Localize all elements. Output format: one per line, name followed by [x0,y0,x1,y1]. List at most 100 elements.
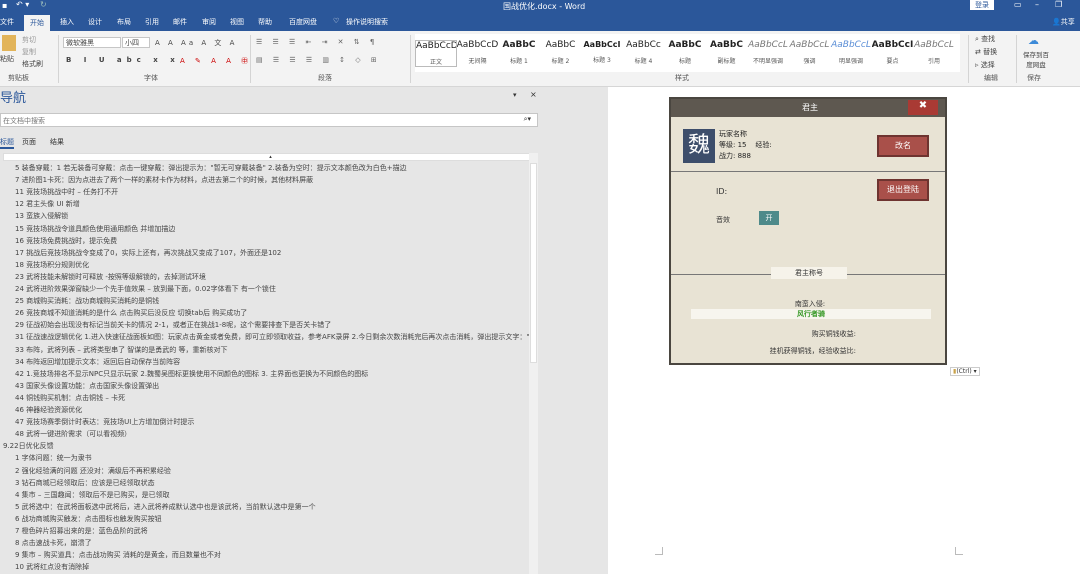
nav-list-item[interactable]: 26 竞技商城不知道消耗的是什么 点击购买后没反应 切换tab后 购买成功了 [15,307,247,319]
nav-heading[interactable]: 9.22日优化反馈 [3,440,54,452]
style-1[interactable]: AaBbCcD 无间隔 [457,40,499,65]
redo-icon[interactable]: ↻ [40,0,47,9]
nav-list-item[interactable]: 48 武将一键进阶需求（可以看视频） [15,428,131,440]
font-name-select[interactable]: 微软雅黑 [63,37,121,48]
style-sample: AaBbCcL [914,40,954,50]
save-to-baidu-button[interactable]: 保存到百度网盘 [1020,49,1052,69]
scroll-up-bar[interactable]: ▴ [3,153,538,161]
style-name: 无间隔 [468,58,487,65]
search-icon[interactable]: ⌕▾ [524,115,531,124]
replace-button[interactable]: ⇄ 替换 [975,47,997,57]
nav-list-item[interactable]: 33 布阵，武将列表 – 武将类型串了 智谋的是勇武的 等，重新核对下 [15,344,228,356]
nav-list-item[interactable]: 17 挑战后竞技场挑战令变成了0，实际上还有，再次挑战又变成了107，外面还是1… [15,247,281,259]
tab-view[interactable]: 视图 [230,17,244,27]
tab-home[interactable]: 开始 [24,15,50,31]
tab-review[interactable]: 审阅 [202,17,216,27]
nav-list-item[interactable]: 11 竞技场挑战中时 – 任务打不开 [15,186,118,198]
nav-list-item[interactable]: 1 字体问题：统一为隶书 [15,452,92,464]
scrollbar[interactable] [529,153,538,574]
nav-list-item[interactable]: 44 铜钱购买机制：点击铜钱 – 卡死 [15,392,125,404]
nav-list-item[interactable]: 7 橙色碎片招募出来的是：蓝色品阶的武将 [15,525,148,537]
maximize-icon[interactable]: ❐ [1055,0,1062,9]
nav-list-item[interactable]: 18 竞技场积分规则优化 [15,259,89,271]
ribbon-display-icon[interactable]: ▭ [1014,0,1022,9]
font-size-tools[interactable]: A A Aa A 文 A [155,38,237,48]
style-name: 要点 [886,58,899,65]
nav-list-item[interactable]: 43 国家头像设置功能：点击国家头像设置弹出 [15,380,159,392]
tab-references[interactable]: 引用 [145,17,159,27]
nav-list-item[interactable]: 15 竞技场挑战令道具颜色使用通用颜色 并增加描边 [15,223,175,235]
tab-baidu[interactable]: 百度网盘 [289,17,317,27]
nav-list-item[interactable]: 16 竞技场免费挑战时，提示免费 [15,235,117,247]
nav-list-item[interactable]: 8 点击速战卡死，崩溃了 [15,537,92,549]
nav-list-item[interactable]: 46 神器经验资源优化 [15,404,82,416]
style-6[interactable]: AaBbC 标题 [664,40,706,65]
save-icon[interactable]: ▪ [2,1,7,10]
nav-list-item[interactable]: 2 强化经验满的问题 还没对：满级后不再积累经验 [15,465,171,477]
nav-list-item[interactable]: 23 武将技能未解锁时可释放 -按照等级解锁的，去掉测试环境 [15,271,206,283]
tab-design[interactable]: 设计 [88,17,102,27]
tab-pages[interactable]: 页面 [22,137,36,147]
nav-list-item[interactable]: 10 武将红点没有消除掉 [15,561,89,573]
nav-list-item[interactable]: 5 装备穿戴：1 若无装备可穿戴：点击一键穿戴：弹出提示为："暂无可穿戴装备" … [15,162,407,174]
nav-list-item[interactable]: 24 武将进阶效果弹窗缺少一个先手值效果 – 放到最下面，0.02字体看下 有一… [15,283,276,295]
tab-file[interactable]: 文件 [0,17,14,27]
nav-list-item[interactable]: 3 钻石商城已经领取后：应该是已经领取状态 [15,477,155,489]
nav-list-item[interactable]: 25 商城购买消耗：战功商城购买消耗的是铜钱 [15,295,159,307]
nav-list-item[interactable]: 34 布阵返回增加提示文本：返回后自动保存当前阵容 [15,356,180,368]
nav-list-item[interactable]: 7 进阶图1卡死：因为点进去了两个一样的素材卡作为材料，点进去第二个的时候，其他… [15,174,313,186]
nav-list-item[interactable]: 29 征战初始会出现没有标记当前关卡的情况 2-1，或者正在挑战1-8呢，这个需… [15,319,331,331]
nav-search-input[interactable]: 在文档中搜索 ⌕▾ [0,113,538,127]
style-11[interactable]: AaBbCcI 要点 [872,40,914,65]
select-button[interactable]: ▹ 选择 [975,60,995,70]
list-buttons[interactable]: ☰ ☰ ☰ ⇤ ⇥ ✕ ⇅ ¶ [256,38,378,46]
nav-options-icon[interactable]: ▾ [513,91,517,99]
clipboard-group-label: 剪贴板 [8,74,29,82]
style-8[interactable]: AaBbCcL 不明显强调 [747,40,789,65]
nav-list-item[interactable]: 9 集市 – 购买道具：点击战功购买 消耗的是黄金，而且数量也不对 [15,549,221,561]
close-icon[interactable]: × [530,90,537,99]
find-button[interactable]: ⌕ 查找 [975,34,995,44]
minimize-icon[interactable]: – [1035,0,1039,9]
scrollbar-thumb[interactable] [530,163,537,363]
style-10[interactable]: AaBbCcL 明显强调 [830,40,872,65]
tab-mailings[interactable]: 邮件 [173,17,187,27]
style-5[interactable]: AaBbCc 标题 4 [623,40,665,65]
nav-list-item[interactable]: 6 战功商城购买触发：点击图标也触发购买按钮 [15,513,162,525]
font-size-select[interactable]: 小四 [122,37,150,48]
format-painter-button[interactable]: 格式刷 [22,59,43,69]
tab-insert[interactable]: 插入 [60,17,74,27]
paste-options-button[interactable]: ▮(Ctrl) ▾ [950,367,980,376]
style-9[interactable]: AaBbCcL 强调 [789,40,831,65]
nav-list-item[interactable]: 13 蛮族入侵解锁 [15,210,68,222]
nav-list-item[interactable]: 31 征战速战逻辑优化 1.进入快速征战面板如图：玩家点击黄金或者免费，即可立即… [15,331,535,343]
style-2[interactable]: AaBbC 标题 1 [498,40,540,65]
font-color-buttons[interactable]: A ✎ A A ㊥ [180,56,252,66]
tab-layout[interactable]: 布局 [117,17,131,27]
cut-button[interactable]: 剪切 [22,35,36,45]
font-format-buttons[interactable]: B I U abc x x [66,56,180,64]
tab-results[interactable]: 结果 [50,137,64,147]
paste-button[interactable]: 粘贴 [0,54,14,64]
style-12[interactable]: AaBbCcL 引用 [913,40,955,65]
style-0[interactable]: AaBbCcD 正文 [415,40,457,67]
login-button[interactable]: 登录 [970,0,994,10]
nav-list-item[interactable]: 5 武将选中：在武将面板选中武将后，进入武将养成默认选中也是该武将，当前默认选中… [15,501,316,513]
nav-list-item[interactable]: 4 集市 – 三国趣闻：领取后不是已购买，是已领取 [15,489,170,501]
nav-list-item[interactable]: 42 1.竞技场排名不显示NPC只显示玩家 2.魏蜀吴图标更换使用不同颜色的图标… [15,368,368,380]
paste-options-label: (Ctrl) [956,368,972,375]
share-button[interactable]: 👤共享 [1052,17,1075,27]
nav-list-item[interactable]: 47 竞技场赛季倒计时表达：竞技场UI上方增加倒计时提示 [15,416,194,428]
tab-headings[interactable]: 标题 [0,137,14,149]
align-buttons[interactable]: ▤ ☰ ☰ ☰ ▥ ↕ ◇ ⊞ [256,56,381,64]
copy-button[interactable]: 复制 [22,47,36,57]
undo-icon[interactable]: ↶ ▾ [16,0,29,9]
style-4[interactable]: AaBbCcI 标题 3 [581,40,623,64]
nav-list-item[interactable]: 12 君主头像 UI 新增 [15,198,80,210]
style-sample: AaBbCcD [416,41,456,51]
tab-help[interactable]: 帮助 [258,17,272,27]
style-3[interactable]: AaBbC 标题 2 [540,40,582,65]
tell-me-search[interactable]: 操作说明搜索 [346,17,388,27]
style-7[interactable]: AaBbC 副标题 [706,40,748,65]
share-label: 共享 [1060,18,1075,26]
